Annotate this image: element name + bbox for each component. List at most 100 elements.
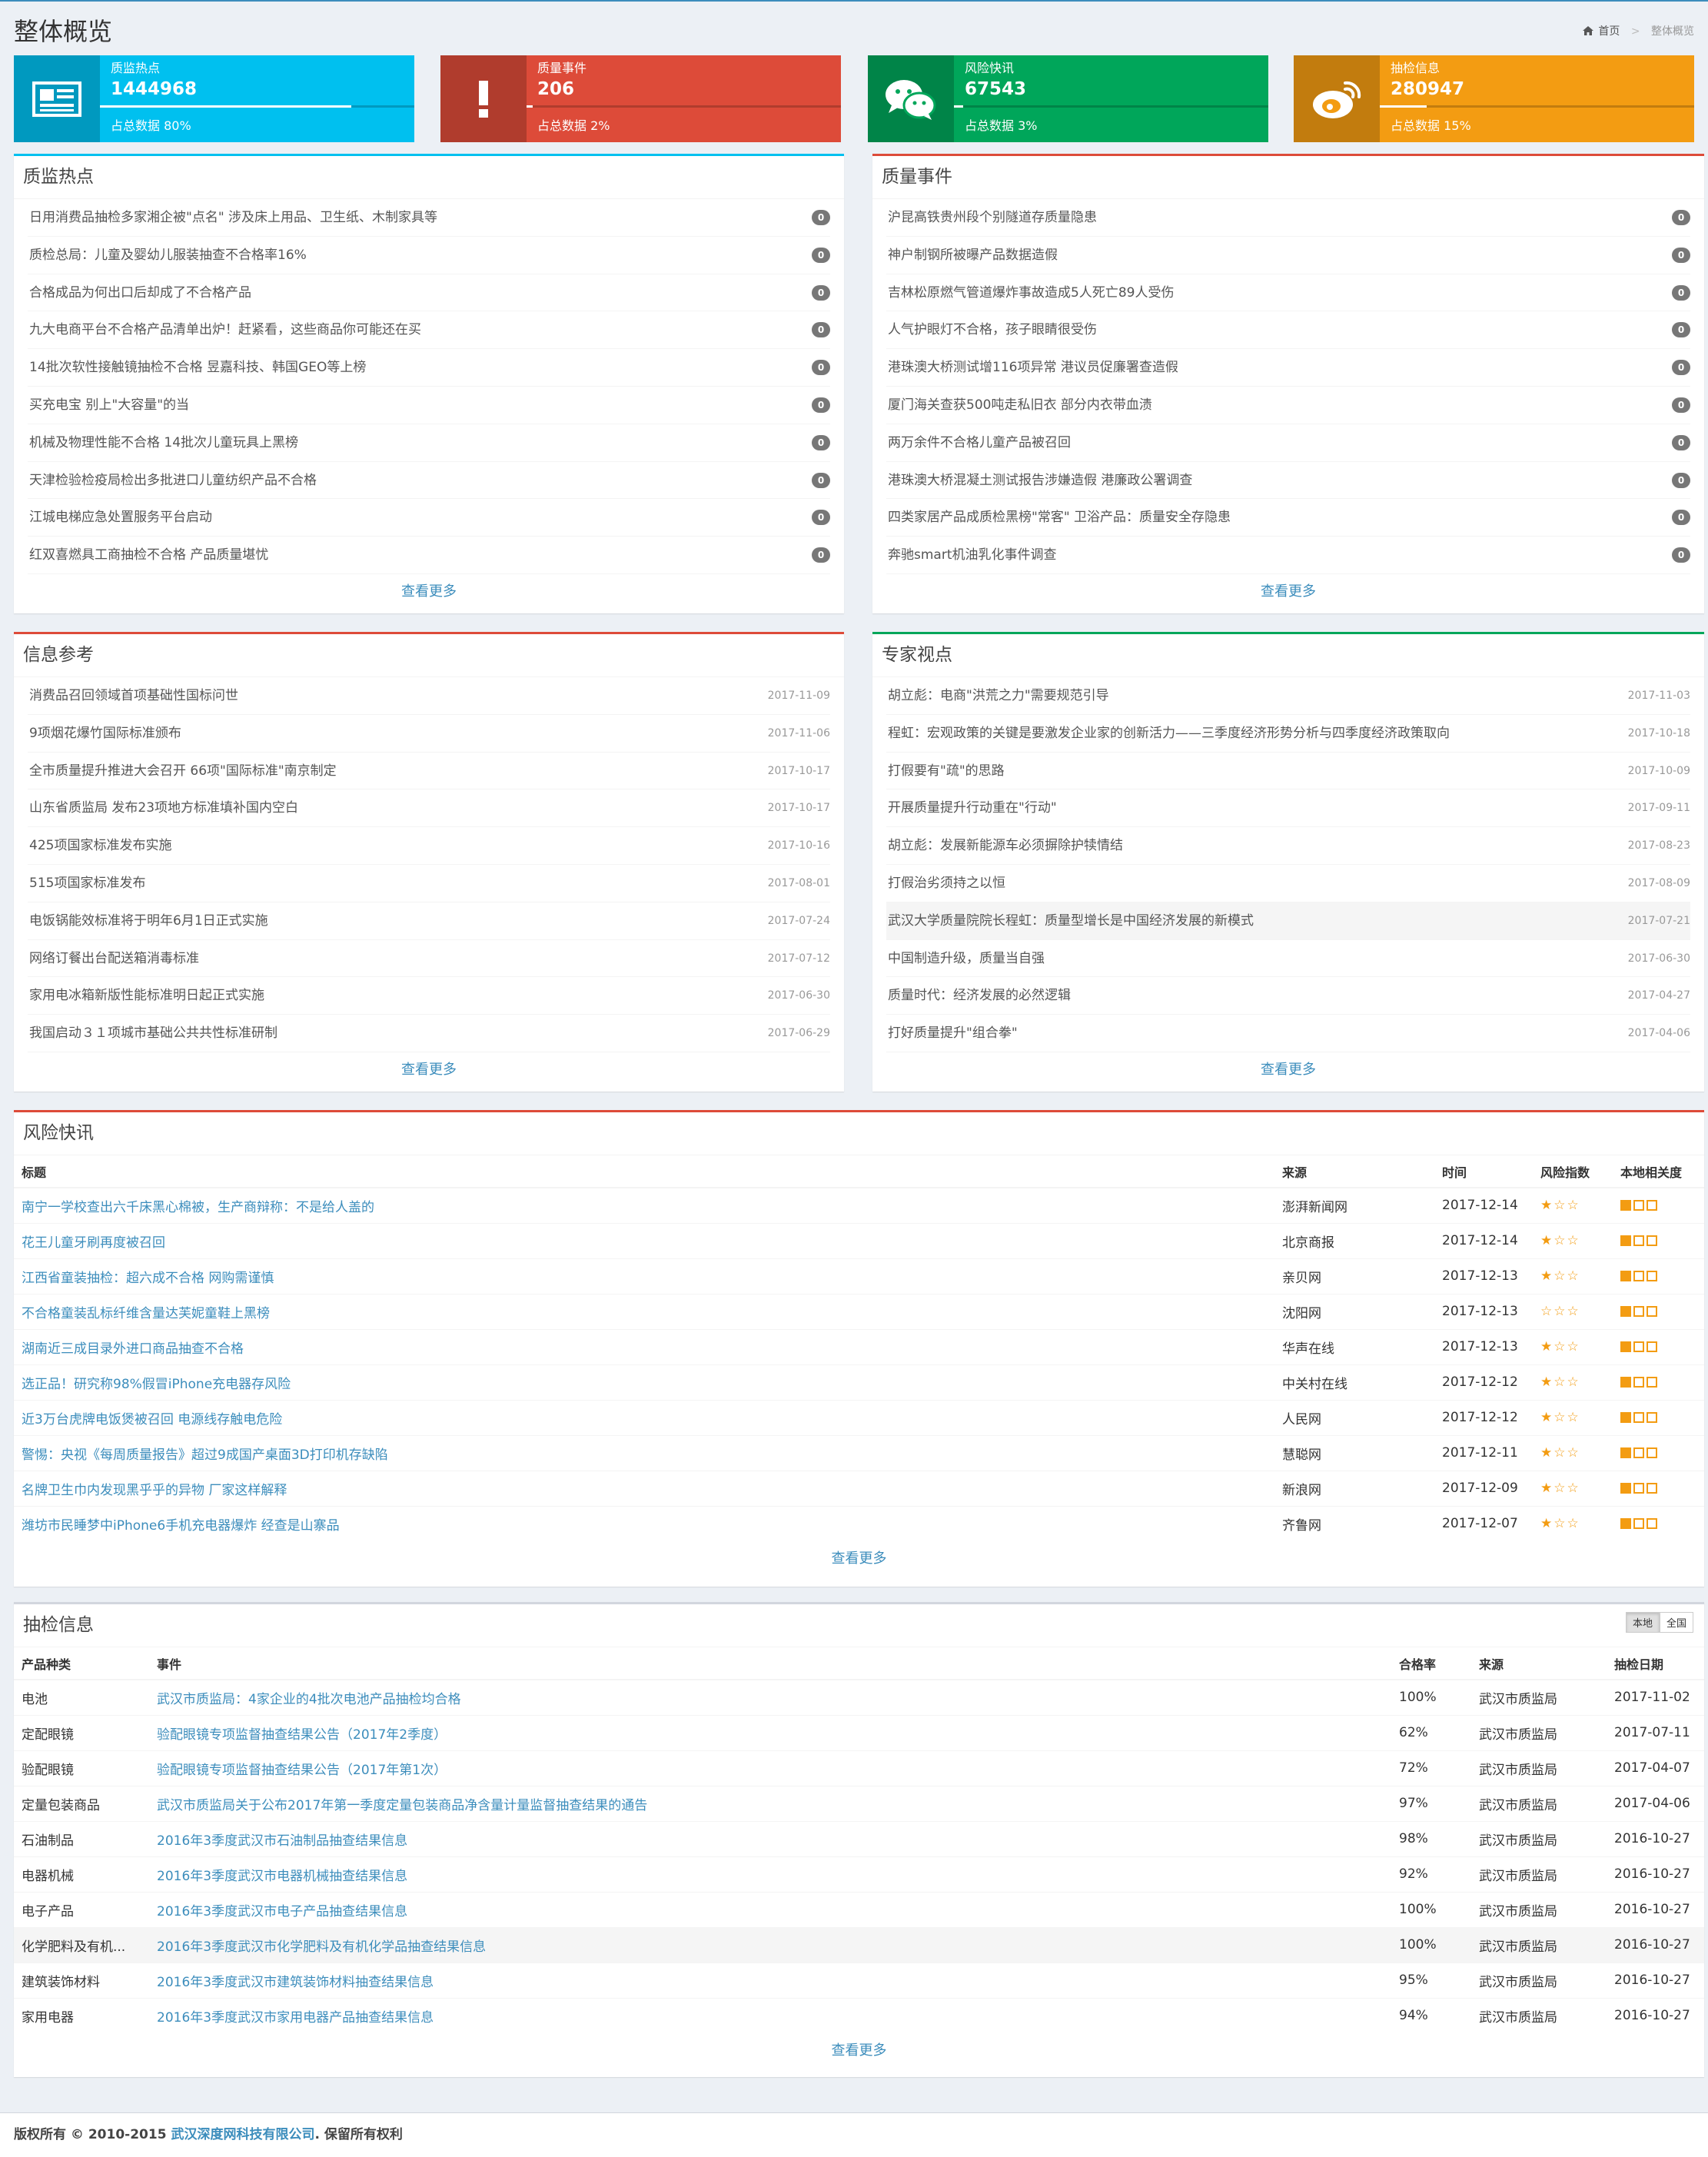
experts-more-link[interactable]: 查看更多: [1261, 1062, 1316, 1078]
list-item-title[interactable]: 机械及物理性能不合格 14批次儿童玩具上黑榜: [29, 435, 298, 450]
list-item-title[interactable]: 山东省质监局 发布23项地方标准填补国内空白: [29, 800, 298, 816]
list-item-title[interactable]: 港珠澳大桥混凝土测试报告涉嫌造假 港廉政公署调查: [888, 473, 1192, 488]
list-item-title[interactable]: 天津检验检疫局检出多批进口儿童纺织产品不合格: [29, 473, 317, 488]
event-link[interactable]: 验配眼镜专项监督抽查结果公告（2017年2季度）: [157, 1727, 447, 1743]
list-item-title[interactable]: 425项国家标准发布实施: [29, 838, 171, 853]
list-item[interactable]: 山东省质监局 发布23项地方标准填补国内空白 2017-10-17: [28, 789, 830, 828]
list-item-title[interactable]: 9项烟花爆竹国际标准颁布: [29, 726, 181, 741]
list-item-title[interactable]: 中国制造升级，质量当自强: [888, 951, 1045, 966]
list-item[interactable]: 我国启动３１项城市基础公共共性标准研制 2017-06-29: [28, 1015, 830, 1052]
list-item[interactable]: 天津检验检疫局检出多批进口儿童纺织产品不合格 0: [28, 462, 830, 500]
list-item[interactable]: 日用消费品抽检多家湘企被"点名" 涉及床上用品、卫生纸、木制家具等 0: [28, 199, 830, 237]
news-title-link[interactable]: 潍坊市民睡梦中iPhone6手机充电器爆炸 经查是山寨品: [22, 1518, 340, 1534]
event-link[interactable]: 武汉市质监局关于公布2017年第一季度定量包装商品净含量计量监督抽查结果的通告: [157, 1798, 647, 1813]
list-item[interactable]: 红双喜燃具工商抽检不合格 产品质量堪忧 0: [28, 537, 830, 574]
news-title-link[interactable]: 南宁一学校查出六千床黑心棉被，生产商辩称：不是给人盖的: [22, 1200, 374, 1215]
list-item-title[interactable]: 两万余件不合格儿童产品被召回: [888, 435, 1071, 450]
list-item[interactable]: 合格成品为何出口后却成了不合格产品 0: [28, 274, 830, 312]
list-item[interactable]: 打假治劣须持之以恒 2017-08-09: [886, 865, 1690, 902]
list-item[interactable]: 吉林松原燃气管道爆炸事故造成5人死亡89人受伤 0: [886, 274, 1690, 312]
list-item[interactable]: 奔驰smart机油乳化事件调查 0: [886, 537, 1690, 574]
list-item-title[interactable]: 九大电商平台不合格产品清单出炉！赶紧看，这些商品你可能还在买: [29, 322, 421, 337]
list-item-title[interactable]: 神户制钢所被曝产品数据造假: [888, 248, 1058, 263]
event-link[interactable]: 验配眼镜专项监督抽查结果公告（2017年第1次）: [157, 1763, 447, 1778]
toggle-local-button[interactable]: 本地: [1625, 1612, 1660, 1633]
list-item[interactable]: 9项烟花爆竹国际标准颁布 2017-11-06: [28, 715, 830, 753]
events-more-link[interactable]: 查看更多: [1261, 583, 1316, 600]
list-item-title[interactable]: 515项国家标准发布: [29, 876, 145, 891]
list-item-title[interactable]: 质量时代：经济发展的必然逻辑: [888, 988, 1071, 1003]
list-item[interactable]: 机械及物理性能不合格 14批次儿童玩具上黑榜 0: [28, 424, 830, 462]
event-link[interactable]: 2016年3季度武汉市电子产品抽查结果信息: [157, 1904, 407, 1919]
list-item[interactable]: 质检总局：儿童及婴幼儿服装抽查不合格率16% 0: [28, 237, 830, 274]
list-item-title[interactable]: 质检总局：儿童及婴幼儿服装抽查不合格率16%: [29, 248, 307, 263]
list-item-title[interactable]: 网络订餐出台配送箱消毒标准: [29, 951, 199, 966]
event-link[interactable]: 2016年3季度武汉市化学肥料及有机化学品抽查结果信息: [157, 1939, 486, 1955]
list-item[interactable]: 打好质量提升"组合拳" 2017-04-06: [886, 1015, 1690, 1052]
list-item-title[interactable]: 消费品召回领域首项基础性国标问世: [29, 688, 238, 703]
info-box-events[interactable]: 质量事件 206 占总数据 2%: [440, 55, 841, 142]
references-more-link[interactable]: 查看更多: [401, 1062, 457, 1078]
list-item-title[interactable]: 电饭锅能效标准将于明年6月1日正式实施: [29, 913, 268, 929]
list-item[interactable]: 425项国家标准发布实施 2017-10-16: [28, 827, 830, 865]
list-item[interactable]: 开展质量提升行动重在"行动" 2017-09-11: [886, 789, 1690, 828]
list-item-title[interactable]: 人气护眼灯不合格，孩子眼睛很受伤: [888, 322, 1097, 337]
list-item[interactable]: 人气护眼灯不合格，孩子眼睛很受伤 0: [886, 311, 1690, 350]
footer-company-link[interactable]: 武汉深度网科技有限公司: [171, 2127, 314, 2142]
list-item[interactable]: 武汉大学质量院院长程虹：质量型增长是中国经济发展的新模式 2017-07-21: [886, 902, 1690, 940]
list-item[interactable]: 两万余件不合格儿童产品被召回 0: [886, 424, 1690, 462]
list-item[interactable]: 家用电冰箱新版性能标准明日起正式实施 2017-06-30: [28, 977, 830, 1015]
list-item[interactable]: 消费品召回领域首项基础性国标问世 2017-11-09: [28, 677, 830, 715]
event-link[interactable]: 2016年3季度武汉市家用电器产品抽查结果信息: [157, 2010, 434, 2026]
list-item[interactable]: 中国制造升级，质量当自强 2017-06-30: [886, 940, 1690, 978]
list-item-title[interactable]: 厦门海关查获500吨走私旧衣 部分内衣带血渍: [888, 397, 1152, 413]
event-link[interactable]: 武汉市质监局：4家企业的4批次电池产品抽检均合格: [157, 1692, 461, 1707]
breadcrumb-home-link[interactable]: 首页: [1583, 25, 1623, 38]
info-box-risk-news[interactable]: 风险快讯 67543 占总数据 3%: [868, 55, 1268, 142]
news-title-link[interactable]: 选正品！研究称98%假冒iPhone充电器存风险: [22, 1377, 291, 1392]
list-item-title[interactable]: 胡立彪：电商"洪荒之力"需要规范引导: [888, 688, 1109, 703]
list-item-title[interactable]: 日用消费品抽检多家湘企被"点名" 涉及床上用品、卫生纸、木制家具等: [29, 210, 437, 225]
list-item[interactable]: 买充电宝 别上"大容量"的当 0: [28, 387, 830, 424]
hotspots-more-link[interactable]: 查看更多: [401, 583, 457, 600]
list-item-title[interactable]: 我国启动３１项城市基础公共共性标准研制: [29, 1025, 277, 1041]
inspections-more-link[interactable]: 查看更多: [832, 2042, 887, 2059]
list-item-title[interactable]: 开展质量提升行动重在"行动": [888, 800, 1057, 816]
list-item-title[interactable]: 胡立彪：发展新能源车必须摒除护犊情结: [888, 838, 1123, 853]
list-item[interactable]: 打假要有"疏"的思路 2017-10-09: [886, 753, 1690, 790]
list-item[interactable]: 四类家居产品成质检黑榜"常客" 卫浴产品：质量安全存隐患 0: [886, 499, 1690, 537]
info-box-hotspots[interactable]: 质监热点 1444968 占总数据 80%: [14, 55, 414, 142]
list-item-title[interactable]: 江城电梯应急处置服务平台启动: [29, 510, 212, 525]
list-item[interactable]: 程虹：宏观政策的关键是要激发企业家的创新活力——三季度经济形势分析与四季度经济政…: [886, 715, 1690, 753]
list-item[interactable]: 沪昆高铁贵州段个别隧道存质量隐患 0: [886, 199, 1690, 237]
list-item-title[interactable]: 程虹：宏观政策的关键是要激发企业家的创新活力——三季度经济形势分析与四季度经济政…: [888, 726, 1450, 741]
news-title-link[interactable]: 花王儿童牙刷再度被召回: [22, 1235, 165, 1251]
list-item[interactable]: 网络订餐出台配送箱消毒标准 2017-07-12: [28, 940, 830, 978]
toggle-all-button[interactable]: 全国: [1659, 1612, 1693, 1633]
news-title-link[interactable]: 江西省童装抽检：超六成不合格 网购需谨慎: [22, 1271, 274, 1286]
event-link[interactable]: 2016年3季度武汉市电器机械抽查结果信息: [157, 1869, 407, 1884]
list-item-title[interactable]: 武汉大学质量院院长程虹：质量型增长是中国经济发展的新模式: [888, 913, 1254, 929]
list-item-title[interactable]: 沪昆高铁贵州段个别隧道存质量隐患: [888, 210, 1097, 225]
news-title-link[interactable]: 名牌卫生巾内发现黑乎乎的异物 厂家这样解释: [22, 1483, 287, 1498]
list-item-title[interactable]: 家用电冰箱新版性能标准明日起正式实施: [29, 988, 264, 1003]
news-title-link[interactable]: 湖南近三成目录外进口商品抽查不合格: [22, 1341, 244, 1357]
list-item[interactable]: 胡立彪：电商"洪荒之力"需要规范引导 2017-11-03: [886, 677, 1690, 715]
list-item[interactable]: 厦门海关查获500吨走私旧衣 部分内衣带血渍 0: [886, 387, 1690, 424]
list-item[interactable]: 14批次软性接触镜抽检不合格 昱嘉科技、韩国GEO等上榜 0: [28, 349, 830, 387]
list-item-title[interactable]: 全市质量提升推进大会召开 66项"国际标准"南京制定: [29, 763, 337, 779]
list-item-title[interactable]: 打假要有"疏"的思路: [888, 763, 1005, 779]
list-item-title[interactable]: 奔驰smart机油乳化事件调查: [888, 547, 1057, 563]
list-item[interactable]: 神户制钢所被曝产品数据造假 0: [886, 237, 1690, 274]
list-item-title[interactable]: 吉林松原燃气管道爆炸事故造成5人死亡89人受伤: [888, 285, 1174, 301]
news-title-link[interactable]: 警惕：央视《每周质量报告》超过9成国产桌面3D打印机存缺陷: [22, 1447, 388, 1463]
list-item[interactable]: 全市质量提升推进大会召开 66项"国际标准"南京制定 2017-10-17: [28, 753, 830, 790]
list-item[interactable]: 九大电商平台不合格产品清单出炉！赶紧看，这些商品你可能还在买 0: [28, 311, 830, 350]
list-item[interactable]: 515项国家标准发布 2017-08-01: [28, 865, 830, 902]
list-item-title[interactable]: 打假治劣须持之以恒: [888, 876, 1005, 891]
list-item[interactable]: 港珠澳大桥测试增116项异常 港议员促廉署查造假 0: [886, 349, 1690, 387]
list-item-title[interactable]: 四类家居产品成质检黑榜"常客" 卫浴产品：质量安全存隐患: [888, 510, 1231, 525]
info-box-inspections[interactable]: 抽检信息 280947 占总数据 15%: [1294, 55, 1694, 142]
list-item-title[interactable]: 红双喜燃具工商抽检不合格 产品质量堪忧: [29, 547, 268, 563]
risk-news-more-link[interactable]: 查看更多: [832, 1550, 887, 1567]
